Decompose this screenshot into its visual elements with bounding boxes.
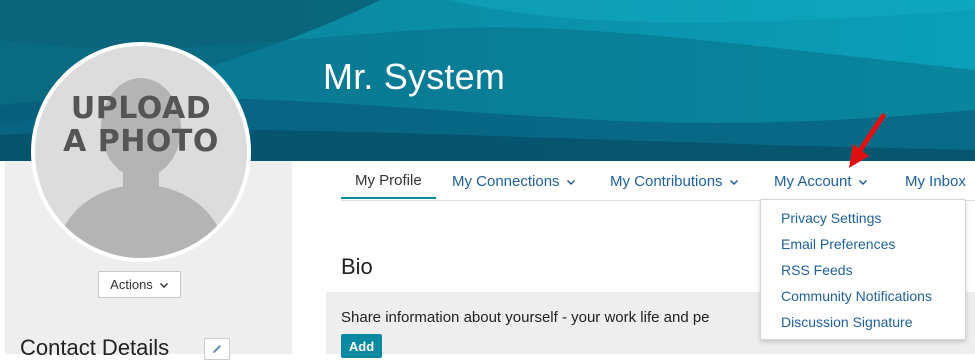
upload-photo-label[interactable]: UPLOAD A PHOTO (35, 92, 247, 158)
tab-label: My Account (774, 173, 852, 190)
actions-button-label: Actions (110, 277, 153, 292)
tab-my-connections[interactable]: My Connections (452, 164, 576, 199)
bio-prompt-text: Share information about yourself - your … (341, 309, 710, 326)
tab-label: My Contributions (610, 173, 723, 190)
avatar-placeholder[interactable]: UPLOAD A PHOTO (35, 46, 247, 258)
chevron-down-icon (858, 179, 867, 185)
menu-item-community-notifications[interactable]: Community Notifications (781, 288, 932, 304)
bio-heading: Bio (341, 254, 373, 279)
profile-user-name: Mr. System (323, 56, 506, 97)
edit-contact-button[interactable] (204, 338, 230, 360)
chevron-down-icon (566, 179, 575, 185)
upload-photo-line1: UPLOAD (70, 91, 212, 126)
menu-item-rss-feeds[interactable]: RSS Feeds (781, 262, 853, 278)
tab-my-inbox[interactable]: My Inbox (905, 164, 966, 199)
menu-item-privacy-settings[interactable]: Privacy Settings (781, 210, 881, 226)
chevron-down-icon (159, 282, 168, 288)
red-arrow-annotation (849, 113, 886, 168)
tab-label: My Connections (452, 173, 560, 190)
chevron-down-icon (729, 179, 738, 185)
tab-label: My Profile (355, 172, 422, 189)
pencil-icon (213, 345, 221, 353)
add-bio-button[interactable]: Add (341, 334, 382, 358)
actions-button[interactable]: Actions (98, 271, 181, 298)
upload-photo-line2: A PHOTO (63, 124, 219, 159)
menu-item-discussion-signature[interactable]: Discussion Signature (781, 314, 913, 330)
menu-item-email-preferences[interactable]: Email Preferences (781, 236, 895, 252)
contact-details-heading: Contact Details (20, 335, 170, 360)
my-account-dropdown-menu: Privacy Settings Email Preferences RSS F… (760, 199, 966, 340)
tab-my-profile[interactable]: My Profile (341, 164, 436, 199)
tab-my-contributions[interactable]: My Contributions (610, 164, 739, 199)
avatar[interactable]: UPLOAD A PHOTO (31, 42, 251, 262)
tab-label: My Inbox (905, 173, 966, 190)
